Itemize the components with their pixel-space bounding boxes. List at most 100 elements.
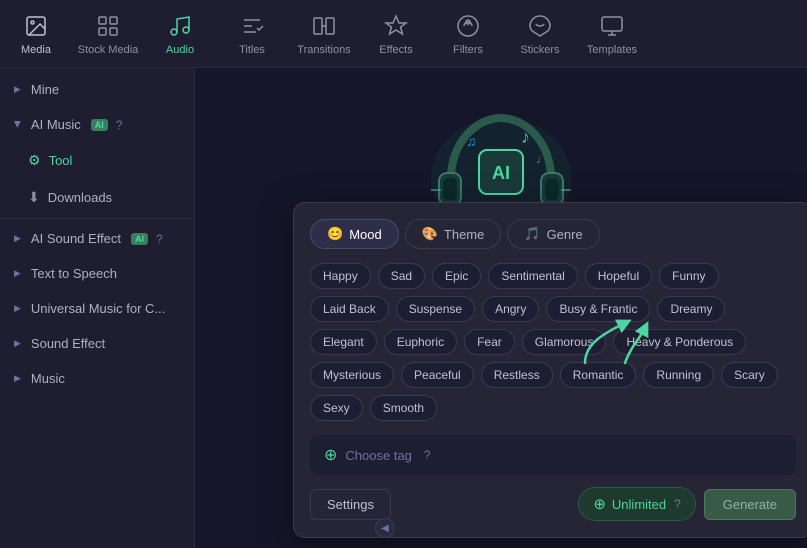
tool-icon: ⚙ [28, 152, 41, 169]
sidebar-item-music[interactable]: ▶ Music [0, 361, 194, 396]
tag-pill-hopeful[interactable]: Hopeful [585, 263, 652, 289]
effects-icon [382, 12, 410, 40]
tab-theme-label: Theme [444, 227, 484, 242]
tag-pill-angry[interactable]: Angry [482, 296, 539, 322]
tag-pill-funny[interactable]: Funny [659, 263, 718, 289]
tag-pill-smooth[interactable]: Smooth [370, 395, 437, 421]
ai-sound-badge: AI [131, 233, 148, 245]
sidebar-item-ai-music[interactable]: ▶ AI Music AI ? [0, 107, 194, 142]
sidebar-downloads-label: Downloads [48, 190, 112, 205]
tag-pill-romantic[interactable]: Romantic [560, 362, 637, 388]
audio-icon [166, 12, 194, 40]
tab-mood-label: Mood [349, 227, 382, 242]
tag-pill-dreamy[interactable]: Dreamy [657, 296, 725, 322]
tag-pill-restless[interactable]: Restless [481, 362, 553, 388]
nav-stock-media[interactable]: Stock Media [72, 0, 144, 68]
unlimited-help-icon[interactable]: ? [674, 497, 681, 511]
choose-tag-plus-icon: ⊕ [324, 445, 337, 465]
sidebar-univ-music-label: Universal Music for C... [31, 301, 165, 316]
tag-pill-sad[interactable]: Sad [378, 263, 425, 289]
tag-pill-sexy[interactable]: Sexy [310, 395, 363, 421]
sidebar-collapse-button[interactable]: ◀ [375, 518, 395, 538]
nav-templates[interactable]: Templates [576, 0, 648, 68]
music-arrow: ▶ [14, 373, 21, 384]
univ-music-arrow: ▶ [14, 303, 21, 314]
mood-tabs: 😊 Mood 🎨 Theme 🎵 Genre [310, 219, 796, 249]
media-icon [22, 12, 50, 40]
tab-genre-label: Genre [547, 227, 583, 242]
transitions-icon [310, 12, 338, 40]
tag-pill-suspense[interactable]: Suspense [396, 296, 475, 322]
nav-effects[interactable]: Effects [360, 0, 432, 68]
ai-music-badge: AI [91, 119, 108, 131]
unlimited-button[interactable]: ⊕ Unlimited ? [578, 487, 695, 521]
download-icon: ⬇ [28, 189, 40, 206]
sidebar-item-universal-music[interactable]: ▶ Universal Music for C... [0, 291, 194, 326]
tag-pill-glamorous[interactable]: Glamorous [522, 329, 607, 355]
tag-pill-scary[interactable]: Scary [721, 362, 778, 388]
nav-titles[interactable]: Titles [216, 0, 288, 68]
tag-pill-mysterious[interactable]: Mysterious [310, 362, 394, 388]
nav-titles-label: Titles [239, 44, 265, 56]
tag-pill-peaceful[interactable]: Peaceful [401, 362, 474, 388]
svg-text:♫: ♫ [466, 133, 477, 149]
sidebar-mine-label: Mine [31, 82, 59, 97]
nav-templates-label: Templates [587, 44, 637, 56]
mood-tab-icon: 😊 [327, 226, 343, 242]
tag-pill-running[interactable]: Running [643, 362, 714, 388]
nav-media-label: Media [21, 44, 51, 56]
tag-grid: Happy Sad Epic Sentimental Hopeful Funny Laid … [310, 263, 796, 421]
nav-filters-label: Filters [453, 44, 483, 56]
sidebar: ▶ Mine ▶ AI Music AI ? ⚙ Tool ⬇ Download… [0, 68, 195, 548]
sidebar-item-ai-sound-effect[interactable]: ▶ AI Sound Effect AI ? [0, 221, 194, 256]
tab-theme[interactable]: 🎨 Theme [405, 219, 502, 249]
right-controls: ⊕ Unlimited ? Generate [578, 487, 796, 521]
tab-mood[interactable]: 😊 Mood [310, 219, 399, 249]
tag-pill-fear[interactable]: Fear [464, 329, 515, 355]
nav-stickers[interactable]: Stickers [504, 0, 576, 68]
tag-pill-heavy---ponderous[interactable]: Heavy & Ponderous [613, 329, 746, 355]
tab-genre[interactable]: 🎵 Genre [507, 219, 599, 249]
sidebar-item-tool[interactable]: ⚙ Tool [0, 142, 194, 179]
sidebar-tts-label: Text to Speech [31, 266, 117, 281]
sidebar-item-sound-effect[interactable]: ▶ Sound Effect [0, 326, 194, 361]
divider-1 [0, 218, 194, 219]
genre-tab-icon: 🎵 [524, 226, 540, 242]
nav-filters[interactable]: Filters [432, 0, 504, 68]
titles-icon [238, 12, 266, 40]
collapse-icon: ◀ [381, 523, 389, 534]
tag-pill-euphoric[interactable]: Euphoric [384, 329, 457, 355]
tag-pill-epic[interactable]: Epic [432, 263, 481, 289]
generate-button[interactable]: Generate [704, 489, 796, 520]
bottom-bar: Settings ⊕ Unlimited ? Generate [310, 487, 796, 521]
nav-audio-label: Audio [166, 44, 194, 56]
tag-pill-happy[interactable]: Happy [310, 263, 371, 289]
tag-pill-elegant[interactable]: Elegant [310, 329, 377, 355]
sidebar-item-mine[interactable]: ▶ Mine [0, 72, 194, 107]
ai-music-help-icon[interactable]: ? [116, 118, 123, 132]
nav-stock-media-label: Stock Media [78, 44, 139, 56]
sound-effect-arrow: ▶ [14, 338, 21, 349]
top-navigation: Media Stock Media Audio [0, 0, 807, 68]
nav-stickers-label: Stickers [520, 44, 559, 56]
sidebar-ai-sound-label: AI Sound Effect [31, 231, 121, 246]
nav-transitions[interactable]: Transitions [288, 0, 360, 68]
popup-panel: 😊 Mood 🎨 Theme 🎵 Genre Happy Sad Epic Senti… [293, 202, 807, 538]
stickers-icon [526, 12, 554, 40]
main-layout: ▶ Mine ▶ AI Music AI ? ⚙ Tool ⬇ Download… [0, 68, 807, 548]
ai-sound-help-icon[interactable]: ? [156, 232, 163, 246]
mine-arrow: ▶ [14, 84, 21, 95]
sidebar-tool-label: Tool [49, 153, 73, 168]
tag-pill-busy---frantic[interactable]: Busy & Frantic [546, 296, 650, 322]
settings-button[interactable]: Settings [310, 489, 391, 520]
choose-tag-help-icon[interactable]: ? [424, 448, 431, 462]
tag-pill-sentimental[interactable]: Sentimental [488, 263, 577, 289]
nav-audio[interactable]: Audio [144, 0, 216, 68]
choose-tag-bar[interactable]: ⊕ Choose tag ? [310, 435, 796, 475]
svg-text:♩: ♩ [536, 152, 548, 166]
sidebar-item-text-to-speech[interactable]: ▶ Text to Speech [0, 256, 194, 291]
sidebar-ai-music-label: AI Music [31, 117, 81, 132]
nav-media[interactable]: Media [0, 0, 72, 68]
sidebar-item-downloads[interactable]: ⬇ Downloads [0, 179, 194, 216]
tag-pill-laid-back[interactable]: Laid Back [310, 296, 389, 322]
